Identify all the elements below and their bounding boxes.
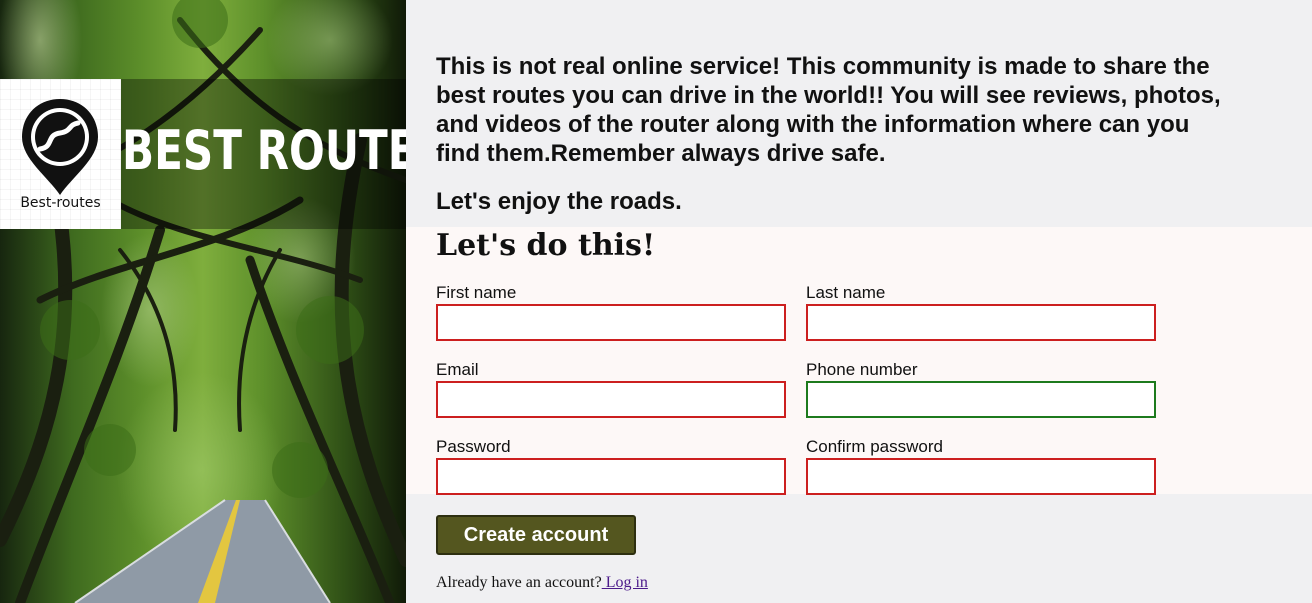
last-name-input[interactable] [806, 304, 1156, 341]
confirm-password-input[interactable] [806, 458, 1156, 495]
phone-label: Phone number [806, 360, 918, 379]
intro-description: This is not real online service! This co… [436, 53, 1221, 167]
hero-image: Best-routes BEST ROUTES [0, 0, 406, 603]
logo-caption: Best-routes [20, 195, 101, 211]
email-group: Email [436, 360, 786, 418]
phone-group: Phone number [806, 360, 1156, 418]
brand-title: BEST ROUTES [122, 119, 406, 182]
brand-logo[interactable]: Best-routes [0, 79, 121, 229]
last-name-label: Last name [806, 283, 886, 302]
email-label: Email [436, 360, 479, 379]
first-name-input[interactable] [436, 304, 786, 341]
phone-input[interactable] [806, 381, 1156, 418]
intro-section: This is not real online service! This co… [436, 52, 1236, 216]
first-name-label: First name [436, 283, 517, 302]
last-name-group: Last name [806, 283, 1156, 341]
password-input[interactable] [436, 458, 786, 495]
login-prompt-text: Already have an account? [436, 574, 602, 591]
intro-tagline: Let's enjoy the roads. [436, 188, 682, 215]
email-input[interactable] [436, 381, 786, 418]
form-title: Let's do this! [436, 228, 656, 263]
first-name-group: First name [436, 283, 786, 341]
main-panel: This is not real online service! This co… [406, 0, 1312, 603]
confirm-password-group: Confirm password [806, 437, 1156, 495]
password-group: Password [436, 437, 786, 495]
confirm-password-label: Confirm password [806, 437, 943, 456]
password-label: Password [436, 437, 511, 456]
signup-form: Let's do this! First name Last name Emai… [406, 227, 1312, 495]
login-link[interactable]: Log in [602, 574, 648, 591]
map-pin-road-icon [22, 99, 98, 195]
login-prompt-line: Already have an account? Log in [436, 574, 648, 592]
create-account-button[interactable]: Create account [436, 515, 636, 555]
